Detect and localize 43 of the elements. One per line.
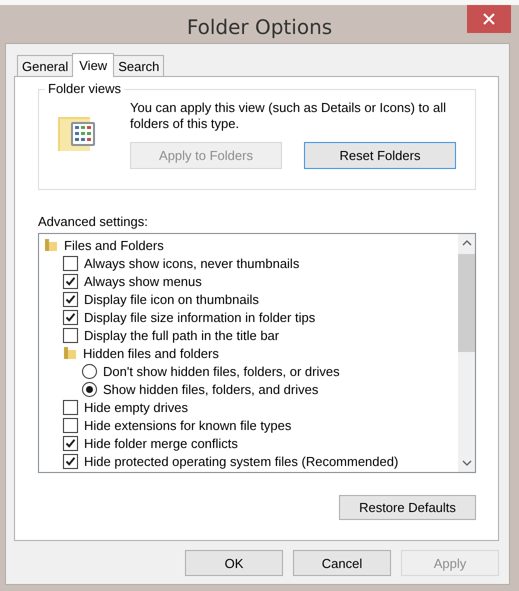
checkbox[interactable] (63, 400, 78, 414)
tab[interactable]: General (17, 55, 74, 76)
folder-label: Files and Folders (64, 238, 164, 252)
setting-label: Show hidden files, folders, and drives (103, 382, 318, 396)
checkbox[interactable] (63, 436, 78, 450)
restore-defaults-button[interactable]: Restore Defaults (339, 495, 476, 520)
close-icon (483, 13, 495, 25)
cancel-button[interactable]: Cancel (293, 550, 391, 576)
tab[interactable]: View (72, 53, 114, 77)
checkbox[interactable] (63, 292, 78, 306)
scrollbar[interactable] (458, 234, 475, 472)
tab[interactable]: Search (113, 55, 164, 76)
checkbox[interactable] (63, 310, 78, 324)
folder-icon (63, 346, 77, 360)
scroll-down-icon[interactable] (462, 460, 472, 466)
ok-button[interactable]: OK (185, 550, 283, 576)
setting-label: Don't show hidden files, folders, or drives (103, 364, 340, 378)
checkbox[interactable] (63, 418, 78, 432)
folder-views-description: You can apply this view (such as Details or Icons) to all folders of this type. (130, 100, 448, 132)
reset-folders-button[interactable]: Reset Folders (304, 142, 456, 169)
setting-label: Hide protected operating system files (Recommended) (84, 454, 398, 468)
setting-label: Always show menus (84, 274, 202, 288)
scroll-thumb[interactable] (458, 254, 475, 352)
setting-label: Display the full path in the title bar (84, 328, 280, 342)
window-title: Folder Options (186, 14, 332, 39)
setting-label: Display file size information in folder tips (84, 310, 316, 324)
radio-button[interactable] (82, 364, 97, 378)
radio-button[interactable] (82, 382, 97, 396)
checkbox[interactable] (63, 328, 78, 342)
setting-label: Hide empty drives (84, 400, 188, 414)
checkbox[interactable] (63, 256, 78, 270)
checkbox[interactable] (63, 454, 78, 468)
scroll-up-icon[interactable] (462, 240, 472, 246)
close-button[interactable] (467, 5, 511, 33)
setting-label: Hide extensions for known file types (84, 418, 292, 432)
group-title: Folder views (45, 81, 124, 96)
setting-label: Hide folder merge conflicts (84, 436, 238, 450)
setting-label: Display file icon on thumbnails (84, 292, 259, 306)
checkbox[interactable] (63, 274, 78, 288)
advanced-settings-label: Advanced settings: (38, 214, 149, 230)
setting-label: Always show icons, never thumbnails (84, 256, 300, 270)
folder-label: Hidden files and folders (83, 346, 219, 360)
folder-icon (44, 238, 58, 252)
